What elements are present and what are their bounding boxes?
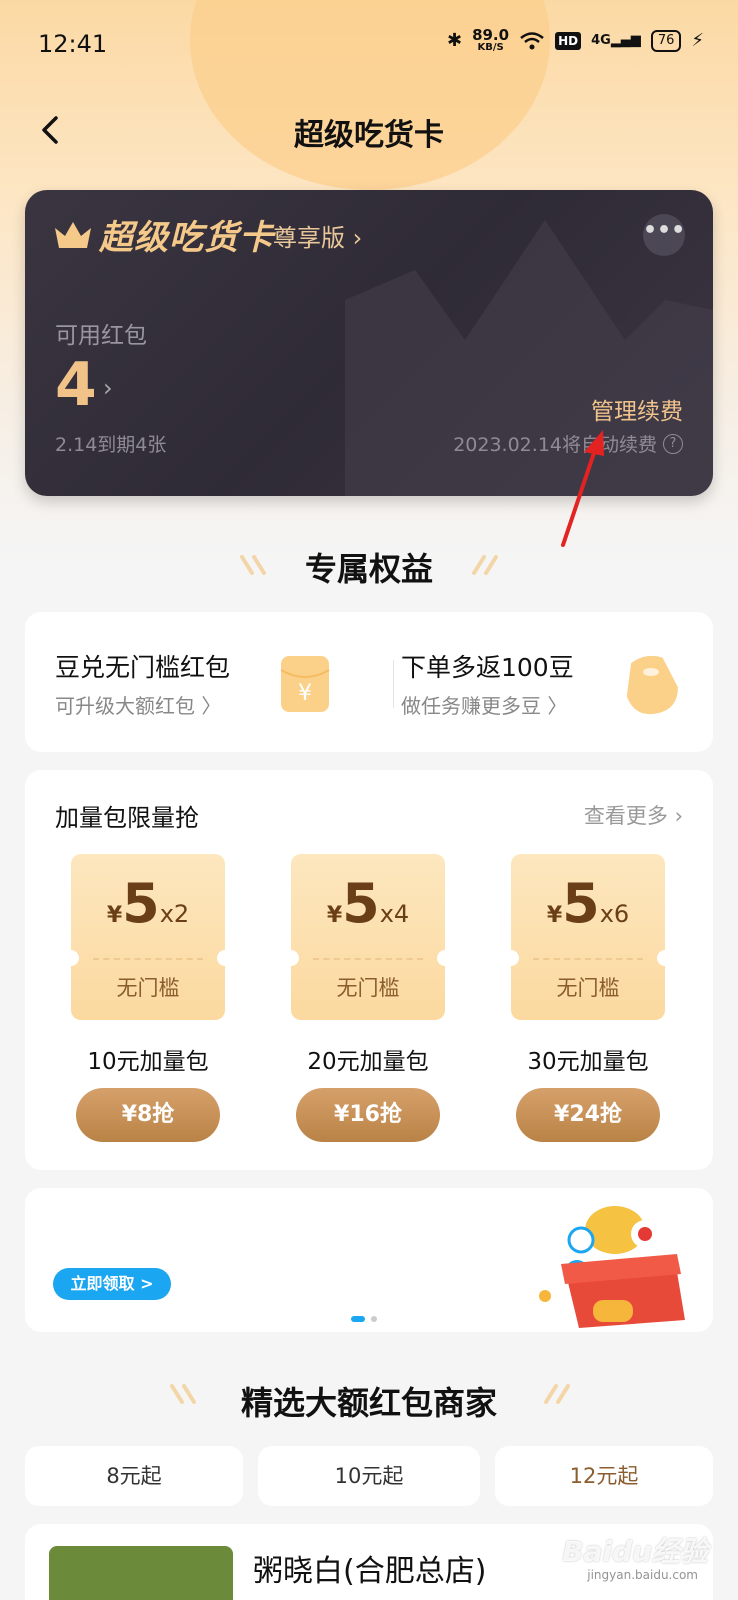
merchant-name: 粥晓白(合肥总店) bbox=[253, 1554, 487, 1589]
filter-chip-10[interactable]: 10元起 bbox=[258, 1446, 480, 1506]
coupon-3: ¥5x6 无门槛 bbox=[503, 854, 673, 1020]
pack-name-2: 20元加量包 bbox=[307, 1049, 429, 1075]
baidu-watermark: Baidu经验 bbox=[562, 1535, 708, 1568]
gift-box-icon bbox=[539, 1206, 685, 1328]
benefit-sub-2[interactable]: 做任务赚更多豆 〉 bbox=[401, 690, 567, 719]
merchants-title: 精选大额红包商家 bbox=[240, 1384, 497, 1422]
benefit-title-1[interactable]: 豆兑无门槛红包 bbox=[55, 648, 230, 684]
merchant-image bbox=[49, 1546, 233, 1600]
benefits-card: 豆兑无门槛红包 可升级大额红包 〉 ¥ 下单多返100豆 做任务赚更多豆 〉 bbox=[25, 612, 713, 752]
addon-packs-card: 加量包限量抢 查看更多 › ¥5x2 无门槛 10元加量包 ¥8抢 ¥5x4 无… bbox=[25, 770, 713, 1170]
buy-button-1[interactable]: ¥8抢 bbox=[76, 1088, 220, 1142]
carousel-indicator bbox=[351, 1316, 377, 1322]
filter-chip-8[interactable]: 8元起 bbox=[25, 1446, 243, 1506]
benefit-title-2[interactable]: 下单多返100豆 bbox=[401, 648, 574, 684]
title-decoration-right bbox=[472, 555, 498, 575]
pack-name-1: 10元加量包 bbox=[87, 1049, 209, 1075]
coupon-2: ¥5x4 无门槛 bbox=[283, 854, 453, 1020]
benefit-divider bbox=[393, 660, 394, 708]
pack-name-3: 30元加量包 bbox=[527, 1049, 649, 1075]
bean-bag-icon bbox=[626, 655, 678, 715]
filter-chip-12[interactable]: 12元起 bbox=[495, 1446, 713, 1506]
benefits-title: 专属权益 bbox=[304, 550, 433, 588]
baidu-watermark-url: jingyan.baidu.com bbox=[587, 1568, 698, 1582]
coupon-1: ¥5x2 无门槛 bbox=[63, 854, 233, 1020]
svg-text:¥: ¥ bbox=[298, 681, 312, 706]
buy-button-3[interactable]: ¥24抢 bbox=[516, 1088, 660, 1142]
red-envelope-icon: ¥ bbox=[280, 656, 330, 712]
title-decoration-right-2 bbox=[544, 1384, 570, 1404]
see-more-link[interactable]: 查看更多 › bbox=[584, 800, 683, 830]
benefit-sub-1[interactable]: 可升级大额红包 〉 bbox=[55, 690, 221, 719]
promo-banner[interactable]: 立即领取 > bbox=[25, 1188, 713, 1332]
claim-now-button[interactable]: 立即领取 > bbox=[53, 1268, 171, 1300]
buy-button-2[interactable]: ¥16抢 bbox=[296, 1088, 440, 1142]
packs-title: 加量包限量抢 bbox=[55, 804, 199, 832]
